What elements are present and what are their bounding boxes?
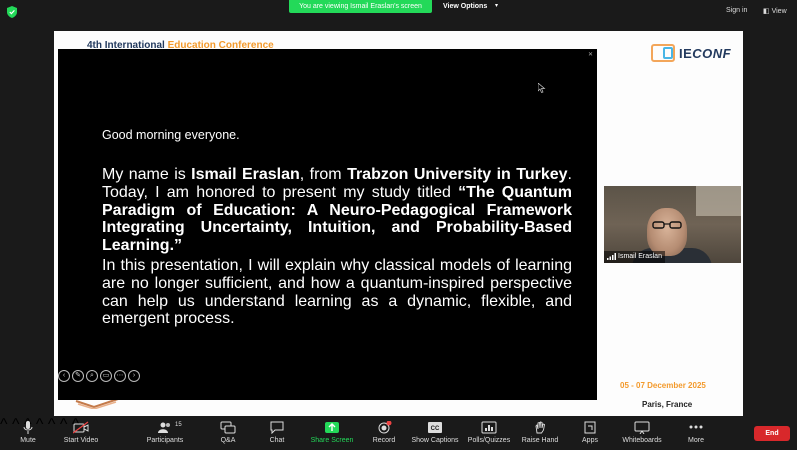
glasses-icon bbox=[652, 221, 682, 229]
participants-icon bbox=[158, 422, 170, 433]
participant-head bbox=[647, 208, 687, 256]
close-icon[interactable]: ✕ bbox=[588, 51, 593, 58]
camera-icon[interactable]: ▭ bbox=[100, 370, 112, 382]
mute-label: Mute bbox=[20, 437, 36, 444]
qa-button[interactable]: Q&A bbox=[214, 416, 242, 450]
microphone-icon bbox=[23, 421, 33, 434]
show-captions-label: Show Captions bbox=[411, 437, 459, 444]
share-screen-icon bbox=[325, 422, 339, 433]
background-light bbox=[696, 186, 741, 216]
polls-quizzes-button[interactable]: Polls/Quizzes bbox=[466, 416, 512, 450]
university-name: Trabzon University in Turkey bbox=[347, 166, 568, 183]
whiteboard-icon bbox=[634, 421, 650, 434]
chat-label: Chat bbox=[269, 437, 285, 444]
logo-text-main: IE bbox=[679, 46, 693, 61]
raise-hand-button[interactable]: Raise Hand bbox=[520, 416, 560, 450]
speech-text: Good morning everyone. My name is Ismail… bbox=[102, 128, 572, 328]
chat-icon bbox=[270, 421, 284, 434]
conference-place: Paris, France bbox=[642, 400, 693, 409]
record-icon bbox=[378, 421, 392, 434]
end-meeting-button[interactable]: End bbox=[754, 426, 790, 441]
polls-quizzes-label: Polls/Quizzes bbox=[467, 437, 511, 444]
slide-annotation-tools: ‹ ✎ ⌕ ▭ ⋯ › bbox=[58, 370, 140, 384]
greeting-text: Good morning everyone. bbox=[102, 128, 240, 142]
chevron-down-icon: ▾ bbox=[495, 3, 499, 9]
apps-label: Apps bbox=[582, 437, 598, 444]
whiteboards-button[interactable]: Whiteboards bbox=[620, 416, 664, 450]
sign-in-link[interactable]: Sign in bbox=[726, 7, 747, 14]
apps-icon bbox=[584, 421, 596, 434]
participants-count: 15 bbox=[175, 422, 182, 428]
logo-mark-inner bbox=[663, 47, 673, 59]
presenter-name: Ismail Eraslan bbox=[191, 166, 300, 183]
polls-icon bbox=[481, 421, 497, 434]
qa-icon bbox=[220, 421, 236, 434]
view-options-button[interactable]: View Options ▾ bbox=[437, 0, 507, 13]
previous-icon[interactable]: ‹ bbox=[58, 370, 70, 382]
intro-text-2: , from bbox=[299, 166, 348, 183]
intro-text-1: My name is bbox=[102, 166, 192, 183]
more-dots-icon bbox=[689, 425, 703, 429]
logo-text-italic: CONF bbox=[692, 46, 732, 61]
start-video-button[interactable]: Start Video bbox=[60, 416, 102, 450]
intro-paragraph: My name is Ismail Eraslan, from Trabzon … bbox=[102, 166, 572, 255]
view-menu-button[interactable]: ◧ View bbox=[763, 7, 787, 15]
next-icon[interactable]: › bbox=[128, 370, 140, 382]
chevron-up-icon[interactable]: ^ bbox=[0, 416, 8, 433]
qa-label: Q&A bbox=[220, 437, 236, 444]
apps-button[interactable]: Apps bbox=[578, 416, 602, 450]
security-shield-icon[interactable] bbox=[7, 6, 17, 18]
signal-strength-icon bbox=[607, 253, 616, 260]
start-video-label: Start Video bbox=[63, 437, 99, 444]
chevron-up-icon[interactable]: ^ bbox=[48, 416, 56, 433]
raise-hand-icon bbox=[535, 421, 546, 434]
video-camera-icon bbox=[73, 421, 89, 434]
mute-button[interactable]: Mute bbox=[14, 416, 42, 450]
conference-dates: 05 - 07 December 2025 bbox=[620, 381, 706, 390]
more-button[interactable]: More bbox=[684, 416, 708, 450]
record-label: Record bbox=[372, 437, 396, 444]
viewing-screen-banner: You are viewing Ismail Eraslan's screen bbox=[289, 0, 432, 13]
view-layout-icon: ◧ bbox=[763, 8, 770, 15]
view-options-label: View Options bbox=[443, 3, 488, 10]
record-button[interactable]: Record bbox=[370, 416, 398, 450]
more-icon[interactable]: ⋯ bbox=[114, 370, 126, 382]
svg-text:CC: CC bbox=[431, 426, 440, 432]
view-menu-label: View bbox=[771, 8, 787, 15]
ieconf-logo: IECONF bbox=[651, 44, 735, 64]
pen-icon[interactable]: ✎ bbox=[72, 370, 84, 382]
show-captions-button[interactable]: CC Show Captions bbox=[410, 416, 460, 450]
meeting-toolbar: Mute ^ Start Video ^ Participants 15 ^ Q… bbox=[0, 416, 797, 450]
whiteboards-label: Whiteboards bbox=[622, 437, 662, 444]
participant-video[interactable]: Ismail Eraslan bbox=[604, 186, 741, 263]
participants-label: Participants bbox=[146, 437, 184, 444]
second-paragraph: In this presentation, I will explain why… bbox=[102, 256, 572, 328]
share-screen-label: Share Screen bbox=[310, 437, 354, 444]
raise-hand-label: Raise Hand bbox=[521, 437, 559, 444]
top-bar: You are viewing Ismail Eraslan's screen … bbox=[0, 0, 797, 24]
share-screen-button[interactable]: Share Screen bbox=[310, 416, 354, 450]
participant-name: Ismail Eraslan bbox=[618, 253, 662, 260]
logo-text: IECONF bbox=[679, 46, 731, 61]
chat-button[interactable]: Chat bbox=[262, 416, 292, 450]
captions-icon: CC bbox=[428, 422, 442, 433]
more-label: More bbox=[688, 437, 704, 444]
mouse-cursor-icon bbox=[538, 83, 546, 93]
magnifier-icon[interactable]: ⌕ bbox=[86, 370, 98, 382]
